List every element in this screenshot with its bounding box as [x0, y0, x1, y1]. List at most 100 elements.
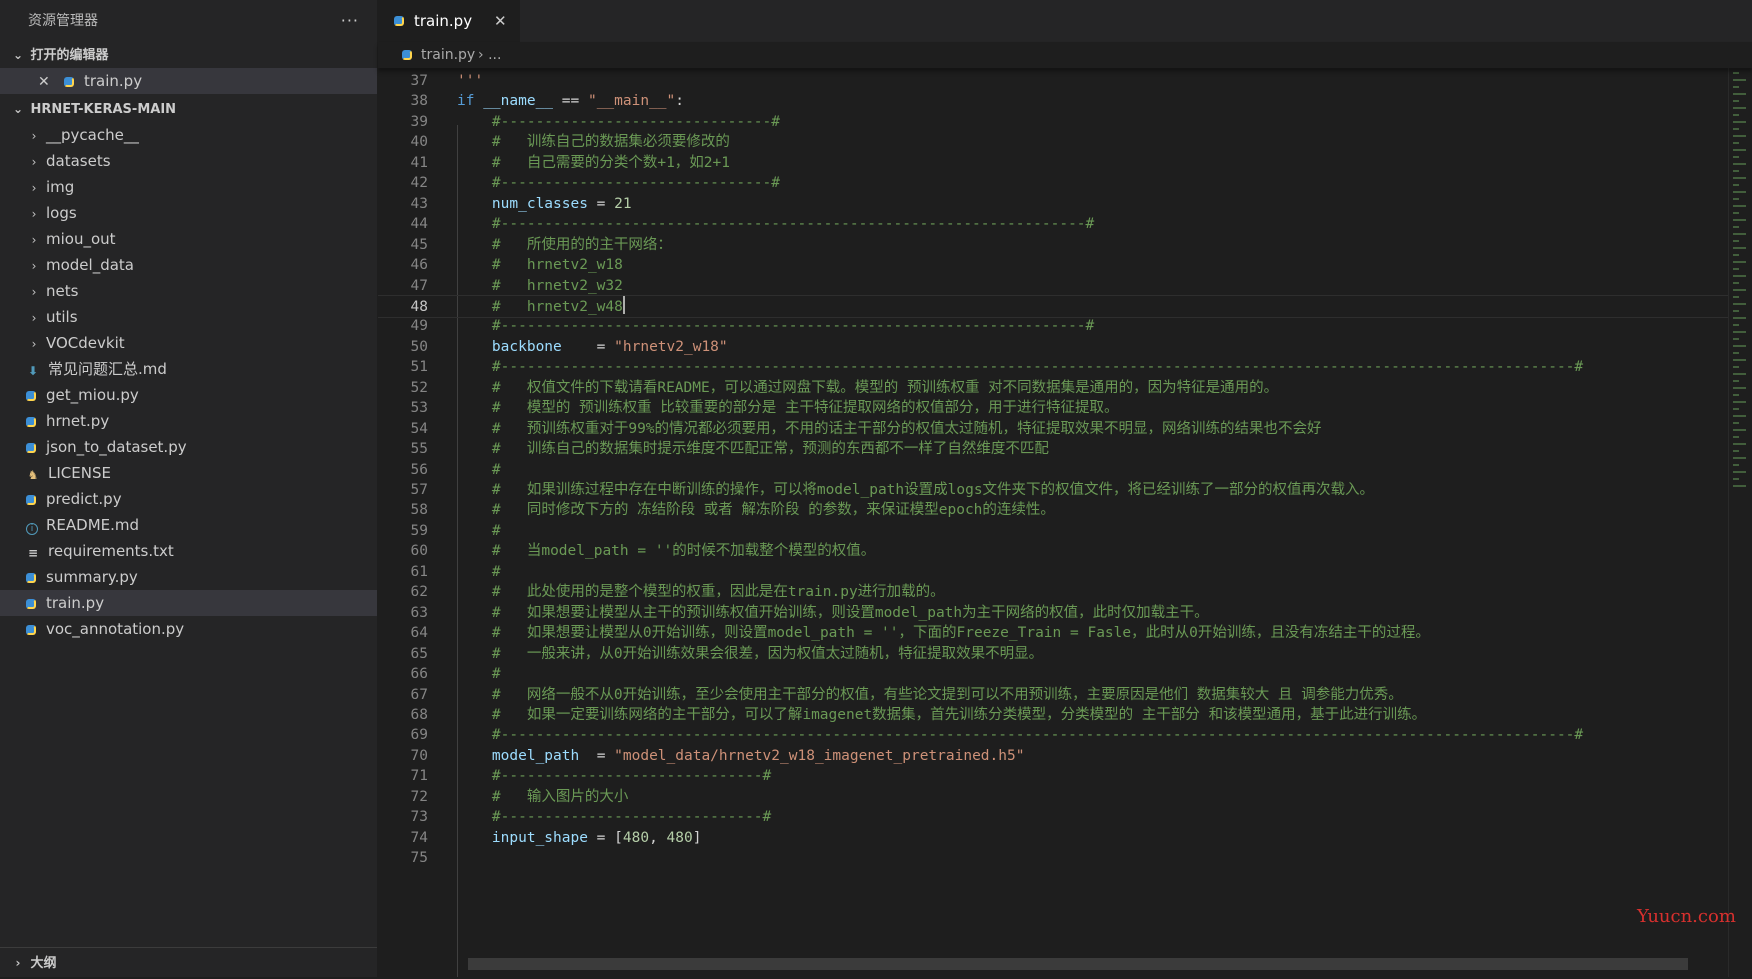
- chevron-right-icon: ›: [478, 47, 489, 63]
- file-item[interactable]: voc_annotation.py: [0, 616, 377, 642]
- outline-section[interactable]: › 大纲: [0, 947, 377, 977]
- minimap-line: [1733, 268, 1739, 270]
- file-item[interactable]: get_miou.py: [0, 382, 377, 408]
- minimap[interactable]: [1728, 68, 1752, 977]
- chevron-right-icon: ›: [31, 259, 37, 273]
- file-label: voc_annotation.py: [46, 620, 185, 638]
- horizontal-scrollbar[interactable]: [468, 958, 1688, 970]
- chevron-right-icon: ›: [31, 311, 37, 325]
- code-token: # 输入图片的大小: [457, 788, 629, 805]
- minimap-line: [1733, 296, 1739, 298]
- close-icon[interactable]: ✕: [38, 69, 56, 95]
- minimap-line: [1733, 275, 1746, 277]
- folder-item[interactable]: › __pycache__: [0, 122, 377, 148]
- minimap-line: [1733, 429, 1746, 431]
- code-token: #------------------------------#: [457, 768, 772, 785]
- file-item[interactable]: hrnet.py: [0, 408, 377, 434]
- project-section[interactable]: ⌄ HRNET-KERAS-MAIN: [0, 96, 377, 122]
- code-token: 480: [666, 829, 693, 846]
- more-actions-icon[interactable]: ···: [341, 0, 359, 42]
- code-token: #---------------------------------------…: [457, 318, 1095, 335]
- tab-train-py[interactable]: train.py ✕: [378, 0, 520, 42]
- code-token: ==: [553, 93, 588, 110]
- minimap-line: [1733, 163, 1746, 165]
- minimap-line: [1733, 72, 1739, 74]
- minimap-line: [1733, 317, 1746, 319]
- folder-item[interactable]: › model_data: [0, 252, 377, 278]
- file-label: get_miou.py: [46, 386, 139, 404]
- open-editors-section[interactable]: ⌄ 打开的编辑器: [0, 42, 377, 68]
- chevron-right-icon: ›: [31, 233, 37, 247]
- minimap-line: [1733, 436, 1739, 438]
- code-token: #---------------------------------------…: [457, 727, 1584, 744]
- minimap-line: [1733, 310, 1739, 312]
- code-token: 480: [622, 829, 650, 846]
- file-item[interactable]: predict.py: [0, 486, 377, 512]
- minimap-line: [1733, 142, 1739, 144]
- minimap-line: [1733, 177, 1746, 179]
- chevron-right-icon: ›: [31, 129, 37, 143]
- code-token: "hrnetv2_w18": [614, 338, 728, 355]
- code-token: # 一般来讲，从0开始训练效果会很差，因为权值太过随机，特征提取效果不明显。: [457, 645, 1044, 662]
- code-token: # 训练自己的数据集时提示维度不匹配正常，预测的东西都不一样了自然维度不匹配: [457, 441, 1049, 458]
- folder-item[interactable]: › VOCdevkit: [0, 330, 377, 356]
- minimap-line: [1733, 93, 1746, 95]
- file-item[interactable]: i README.md: [0, 512, 377, 538]
- minimap-line: [1733, 345, 1746, 347]
- folder-label: img: [46, 178, 75, 196]
- folder-item[interactable]: › datasets: [0, 148, 377, 174]
- text-file-icon: ≡: [27, 546, 39, 560]
- code-token: # 训练自己的数据集必须要修改的: [457, 134, 730, 151]
- code-token: #: [457, 461, 501, 478]
- minimap-line: [1733, 191, 1746, 193]
- file-item[interactable]: summary.py: [0, 564, 377, 590]
- minimap-line: [1733, 240, 1739, 242]
- minimap-line: [1733, 156, 1739, 158]
- folder-label: nets: [46, 282, 79, 300]
- file-label: train.py: [46, 594, 105, 612]
- file-item[interactable]: train.py: [0, 590, 377, 616]
- minimap-line: [1733, 408, 1739, 410]
- code-token: :: [675, 93, 685, 110]
- code-token: # 模型的 预训练权重 比较重要的部分是 主干特征提取网络的权值部分，用于进行特…: [457, 400, 1119, 417]
- file-tree: › __pycache__ › datasets › img › logs › miou_out ›…: [0, 122, 377, 642]
- folder-item[interactable]: › logs: [0, 200, 377, 226]
- minimap-line: [1733, 100, 1739, 102]
- file-item[interactable]: ≡ requirements.txt: [0, 538, 377, 564]
- folder-item[interactable]: › nets: [0, 278, 377, 304]
- python-icon: [26, 625, 36, 635]
- code-token: = [: [587, 829, 623, 846]
- minimap-line: [1733, 338, 1739, 340]
- minimap-line: [1733, 226, 1739, 228]
- folder-item[interactable]: › img: [0, 174, 377, 200]
- code-token: #-------------------------------#: [457, 175, 781, 192]
- minimap-line: [1733, 457, 1746, 459]
- minimap-line: [1733, 170, 1739, 172]
- python-icon: [26, 443, 36, 453]
- code-line: 75: [378, 847, 1728, 870]
- file-item[interactable]: ⬇ 常见问题汇总.md: [0, 356, 377, 382]
- chevron-right-icon: ›: [15, 956, 21, 970]
- code-token: #---------------------------------------…: [457, 359, 1584, 376]
- explorer-header: 资源管理器 ···: [0, 0, 377, 42]
- breadcrumb-more[interactable]: › ...: [478, 42, 501, 68]
- code-editor[interactable]: 37 ''' 38 if __name__ == "__main__": 39 #---…: [378, 68, 1728, 977]
- tab-label: train.py: [414, 12, 473, 30]
- minimap-line: [1733, 443, 1746, 445]
- code-token: __name__: [483, 93, 554, 110]
- breadcrumb-file[interactable]: train.py: [421, 42, 475, 68]
- file-item[interactable]: ♞ LICENSE: [0, 460, 377, 486]
- open-editor-item[interactable]: ✕ train.py: [0, 68, 377, 94]
- code-token: # hrnetv2_w48: [457, 298, 623, 315]
- minimap-line: [1733, 485, 1746, 487]
- code-token: ''': [457, 73, 484, 89]
- folder-item[interactable]: › utils: [0, 304, 377, 330]
- code-token: # 预训练权重对于99%的情况都必须要用，不用的话主干部分的权值太过随机，特征提…: [457, 420, 1322, 437]
- close-icon[interactable]: ✕: [494, 0, 507, 42]
- license-icon: ♞: [27, 468, 39, 482]
- minimap-line: [1733, 324, 1739, 326]
- minimap-line: [1733, 394, 1739, 396]
- file-item[interactable]: json_to_dataset.py: [0, 434, 377, 460]
- folder-item[interactable]: › miou_out: [0, 226, 377, 252]
